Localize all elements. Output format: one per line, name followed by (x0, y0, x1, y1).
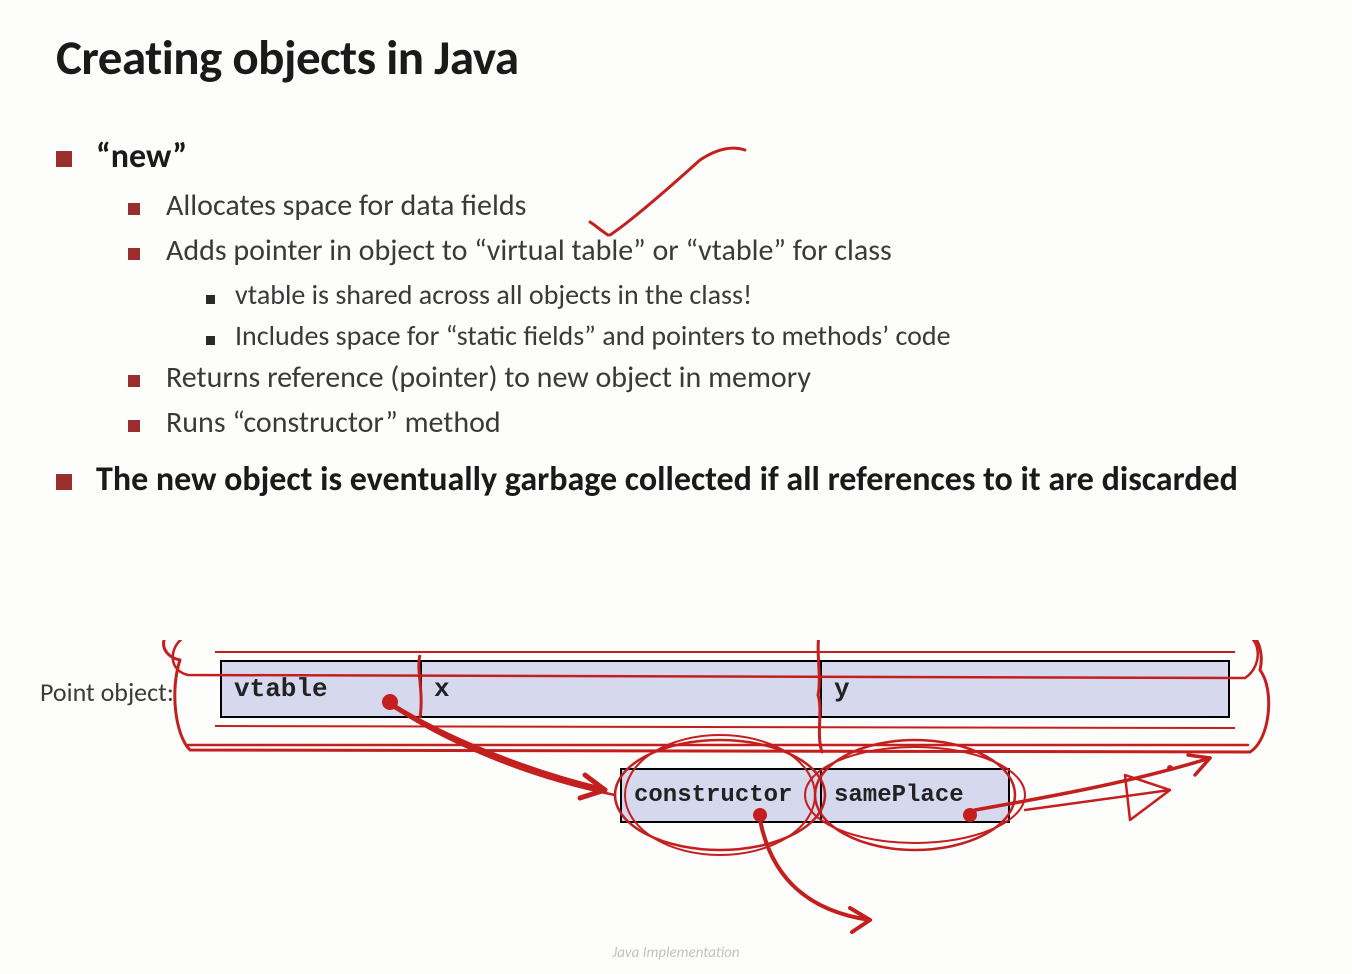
bullet-text: Allocates space for data fields (166, 187, 526, 224)
diagram-object-label: Point object: (40, 676, 174, 708)
bullet-text: Adds pointer in object to “virtual table… (166, 232, 892, 269)
cell-constructor: constructor (620, 768, 820, 823)
bullet-text: The new object is eventually garbage col… (96, 457, 1238, 503)
bullet-garbage-collected: The new object is eventually garbage col… (56, 457, 1296, 503)
bullet-text: Returns reference (pointer) to new objec… (166, 359, 811, 396)
bullet-marker-icon (206, 336, 215, 345)
bullet-marker-icon (56, 474, 72, 490)
bullet-allocates: Allocates space for data fields (128, 187, 1296, 224)
cell-sameplace: samePlace (820, 768, 1010, 823)
bullet-marker-icon (128, 248, 140, 260)
bullet-text: Includes space for “static fields” and p… (235, 318, 951, 353)
bullet-new: “new” (56, 136, 1296, 177)
slide-title: Creating objects in Java (56, 28, 1296, 88)
bullet-vtable-shared: vtable is shared across all objects in t… (206, 277, 1296, 312)
memory-diagram: Point object: vtable x y constructor sam… (40, 640, 1300, 940)
bullet-text: vtable is shared across all objects in t… (235, 277, 752, 312)
cell-vtable: vtable (220, 660, 420, 718)
bullet-text: Runs “constructor” method (166, 404, 501, 441)
vtable-memory-row: constructor samePlace (620, 768, 1010, 823)
bullet-marker-icon (128, 203, 140, 215)
bullet-returns-reference: Returns reference (pointer) to new objec… (128, 359, 1296, 396)
bullet-marker-icon (206, 295, 215, 304)
object-memory-row: vtable x y (220, 660, 1230, 718)
bullet-marker-icon (128, 375, 140, 387)
cell-x: x (420, 660, 820, 718)
bullet-includes-space: Includes space for “static fields” and p… (206, 318, 1296, 353)
bullet-marker-icon (56, 151, 72, 167)
slide-footer: Java Implementation (612, 944, 739, 962)
bullet-text: “new” (96, 136, 187, 177)
cell-y: y (820, 660, 1230, 718)
bullet-adds-pointer: Adds pointer in object to “virtual table… (128, 232, 1296, 269)
slide-container: Creating objects in Java “new” Allocates… (0, 0, 1352, 974)
bullet-runs-constructor: Runs “constructor” method (128, 404, 1296, 441)
bullet-marker-icon (128, 420, 140, 432)
